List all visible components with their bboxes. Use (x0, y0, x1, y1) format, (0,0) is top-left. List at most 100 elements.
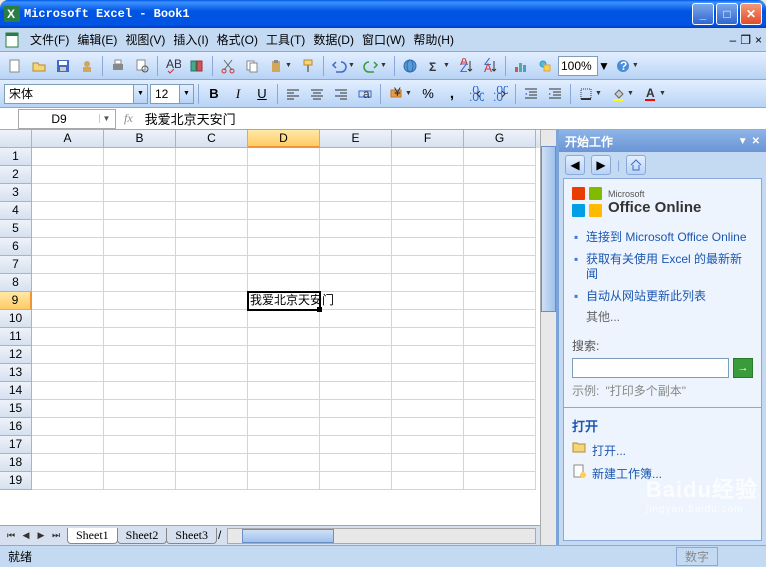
font-name-input[interactable] (4, 84, 134, 104)
menu-edit[interactable]: 编辑(E) (73, 29, 121, 50)
cell[interactable] (104, 418, 176, 436)
cell[interactable] (248, 328, 320, 346)
cell[interactable] (464, 148, 536, 166)
decrease-decimal-button[interactable]: .00.0 (489, 83, 511, 105)
percent-button[interactable]: % (417, 83, 439, 105)
window-maximize-button[interactable]: □ (716, 3, 738, 25)
cell[interactable] (464, 418, 536, 436)
font-name-dropdown-button[interactable]: ▼ (134, 84, 148, 104)
cell[interactable] (320, 346, 392, 364)
cell[interactable] (320, 328, 392, 346)
column-header[interactable]: G (464, 130, 536, 148)
cell[interactable] (392, 148, 464, 166)
name-box-input[interactable] (19, 112, 99, 126)
cell[interactable] (464, 328, 536, 346)
cell[interactable] (248, 256, 320, 274)
open-button[interactable] (28, 55, 50, 77)
row-header[interactable]: 10 (0, 310, 32, 328)
cell[interactable] (32, 382, 104, 400)
cell[interactable] (248, 184, 320, 202)
tab-nav-next-button[interactable]: ▶ (34, 530, 48, 541)
cell[interactable] (392, 166, 464, 184)
merge-center-button[interactable]: a (354, 83, 376, 105)
cell[interactable] (464, 256, 536, 274)
cell[interactable] (32, 220, 104, 238)
cell[interactable] (392, 436, 464, 454)
cell[interactable] (392, 274, 464, 292)
cell[interactable] (32, 436, 104, 454)
cell[interactable] (176, 436, 248, 454)
cell[interactable] (104, 472, 176, 490)
new-button[interactable] (4, 55, 26, 77)
cell[interactable] (464, 382, 536, 400)
tab-nav-last-button[interactable]: ⏭ (49, 530, 63, 541)
cell[interactable] (392, 418, 464, 436)
row-header[interactable]: 12 (0, 346, 32, 364)
cell[interactable] (464, 202, 536, 220)
zoom-combo[interactable]: ▼ (558, 56, 610, 76)
cell[interactable] (176, 256, 248, 274)
column-header[interactable]: B (104, 130, 176, 148)
research-button[interactable] (186, 55, 208, 77)
cell[interactable] (32, 472, 104, 490)
menu-format[interactable]: 格式(O) (213, 29, 262, 50)
cell[interactable] (104, 166, 176, 184)
cell[interactable] (464, 364, 536, 382)
cell[interactable] (320, 238, 392, 256)
align-left-button[interactable] (282, 83, 304, 105)
cell[interactable] (104, 274, 176, 292)
cell[interactable] (464, 400, 536, 418)
row-header[interactable]: 14 (0, 382, 32, 400)
cell[interactable] (392, 184, 464, 202)
name-box-dropdown-button[interactable]: ▼ (99, 114, 113, 123)
cell[interactable] (32, 238, 104, 256)
decrease-indent-button[interactable] (520, 83, 542, 105)
cell[interactable] (176, 472, 248, 490)
print-button[interactable] (107, 55, 129, 77)
cell[interactable] (392, 346, 464, 364)
cell[interactable] (176, 292, 248, 310)
fx-icon[interactable]: fx (116, 111, 141, 126)
open-file-link[interactable]: 打开... (572, 439, 753, 462)
row-header[interactable]: 8 (0, 274, 32, 292)
borders-button[interactable]: ▼ (575, 83, 605, 105)
increase-decimal-button[interactable]: .0.00 (465, 83, 487, 105)
cell[interactable] (248, 400, 320, 418)
cut-button[interactable] (217, 55, 239, 77)
cell[interactable] (320, 364, 392, 382)
font-size-combo[interactable]: ▼ (150, 84, 194, 104)
cell[interactable] (320, 454, 392, 472)
align-center-button[interactable] (306, 83, 328, 105)
cell[interactable] (176, 274, 248, 292)
italic-button[interactable]: I (227, 83, 249, 105)
cell[interactable] (32, 364, 104, 382)
cell[interactable] (464, 436, 536, 454)
cell[interactable] (32, 454, 104, 472)
window-minimize-button[interactable]: _ (692, 3, 714, 25)
cell[interactable] (104, 238, 176, 256)
cell[interactable] (320, 274, 392, 292)
cell[interactable] (176, 166, 248, 184)
cell[interactable] (392, 202, 464, 220)
undo-button[interactable]: ▼ (328, 55, 358, 77)
help-button[interactable]: ?▼ (612, 55, 642, 77)
column-header[interactable]: C (176, 130, 248, 148)
zoom-input[interactable] (558, 56, 598, 76)
cell[interactable] (248, 310, 320, 328)
new-workbook-link[interactable]: 新建工作簿... (572, 462, 753, 485)
cell[interactable] (464, 472, 536, 490)
task-pane-home-button[interactable] (626, 155, 646, 175)
cell[interactable] (176, 400, 248, 418)
cell[interactable] (392, 220, 464, 238)
cell[interactable] (464, 220, 536, 238)
redo-button[interactable]: ▼ (360, 55, 390, 77)
cell[interactable] (248, 364, 320, 382)
cell[interactable] (320, 418, 392, 436)
menu-view[interactable]: 视图(V) (121, 29, 169, 50)
horizontal-scrollbar[interactable] (227, 528, 536, 544)
cell[interactable] (248, 166, 320, 184)
menu-window[interactable]: 窗口(W) (358, 29, 409, 50)
task-pane-link-update[interactable]: 自动从网站更新此列表 (572, 286, 753, 308)
cell[interactable] (464, 166, 536, 184)
cell[interactable] (248, 454, 320, 472)
